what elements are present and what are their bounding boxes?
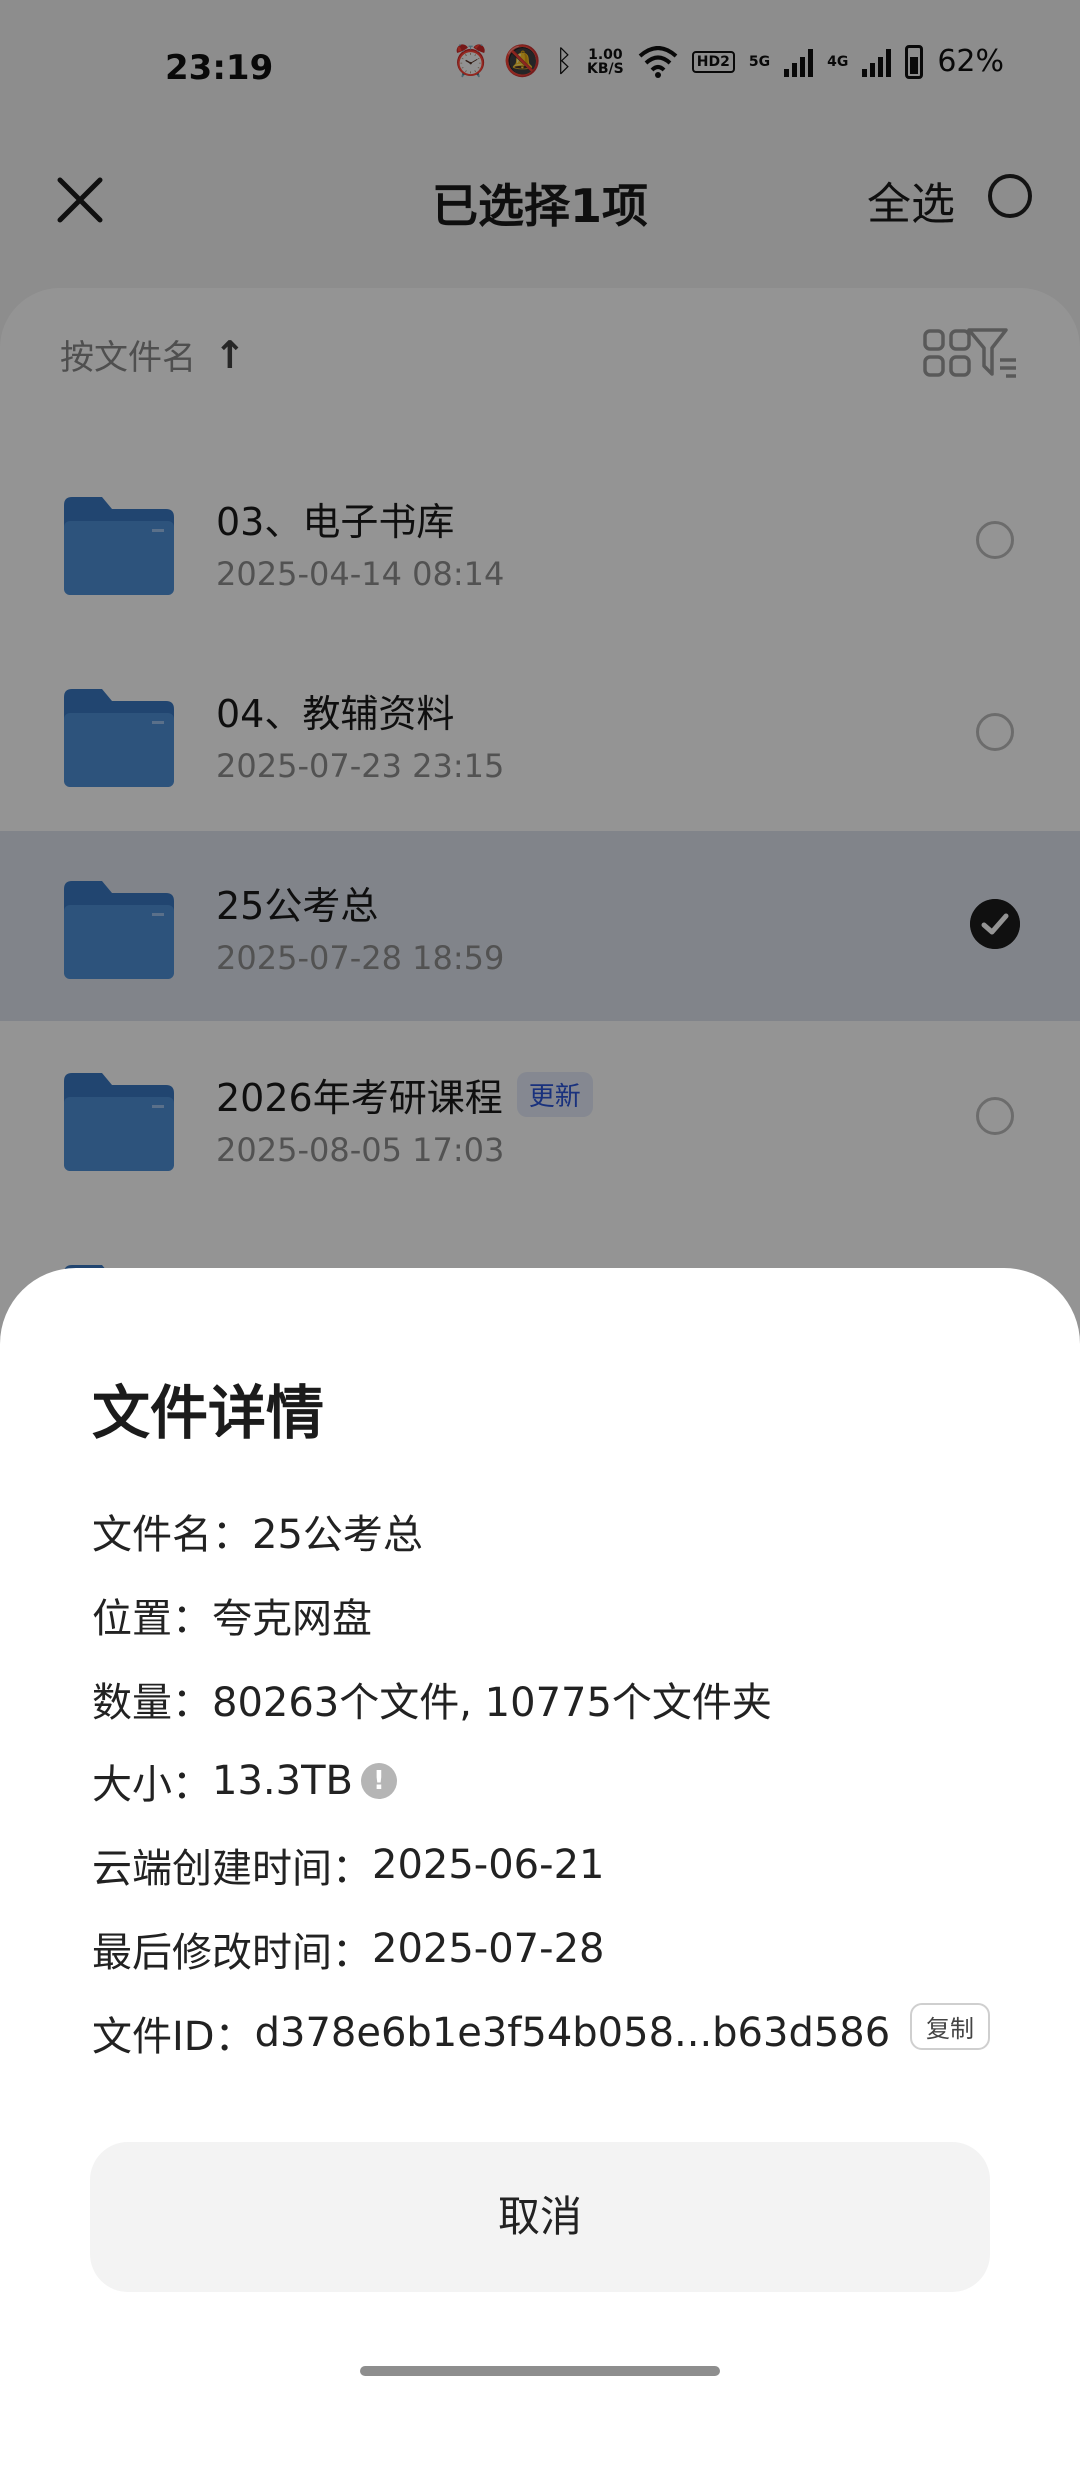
detail-created: 云端创建时间： 2025-06-21	[92, 1842, 605, 1892]
detail-modified: 最后修改时间： 2025-07-28	[92, 1926, 605, 1976]
detail-file-name: 文件名： 25公考总	[92, 1512, 423, 1558]
sheet-title: 文件详情	[92, 1379, 325, 1447]
home-indicator[interactable]	[360, 2366, 720, 2376]
file-details-sheet: 文件详情 文件名： 25公考总 位置： 夸克网盘 数量： 80263个文件, 1…	[0, 1268, 1080, 2400]
cancel-button[interactable]: 取消	[90, 2142, 990, 2292]
detail-size: 大小： 13.3TB !	[92, 1752, 397, 1810]
detail-file-id: 文件ID： d378e6b1e3f54b058...b63d586	[92, 2010, 891, 2060]
detail-location: 位置： 夸克网盘	[92, 1596, 372, 1642]
detail-count: 数量： 80263个文件, 10775个文件夹	[92, 1680, 772, 1726]
copy-button[interactable]: 复制	[910, 2003, 990, 2050]
info-icon[interactable]: !	[360, 1763, 397, 1799]
